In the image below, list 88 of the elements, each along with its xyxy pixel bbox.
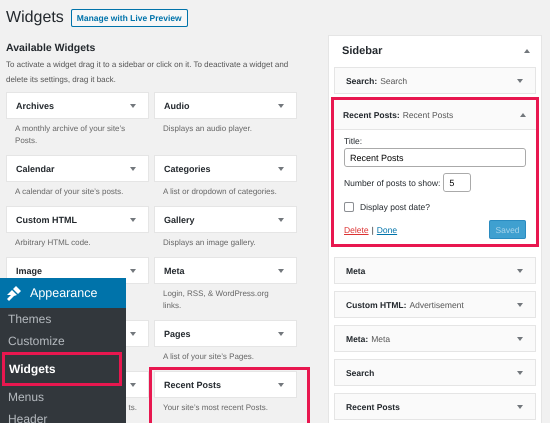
widget-title: Gallery [164, 214, 195, 224]
widget-header[interactable]: Meta [154, 257, 297, 284]
widget-title: Calendar [16, 164, 55, 174]
widget-description: A monthly archive of your site’s Posts. [14, 123, 126, 147]
widget-header[interactable]: Gallery [154, 206, 297, 233]
caret-icon[interactable] [130, 382, 136, 386]
live-preview-button[interactable]: Manage with Live Preview [70, 9, 188, 27]
caret-icon[interactable] [278, 166, 284, 170]
widget-header[interactable]: Audio [154, 92, 297, 119]
caret-icon[interactable] [517, 336, 523, 340]
widget-title: Audio [164, 100, 190, 110]
title-field[interactable]: Recent Posts [344, 148, 526, 167]
widget-description: Displays an audio player. [162, 123, 253, 135]
menu-item[interactable]: Widgets [2, 352, 122, 386]
caret-icon[interactable] [278, 332, 284, 336]
delete-link[interactable]: Delete [344, 224, 369, 234]
widget-title: Custom HTML [16, 214, 77, 224]
widget-header[interactable]: Archives [6, 92, 149, 119]
widget-header[interactable]: Categories [154, 155, 297, 182]
sidebar-widget[interactable]: Custom HTML: Advertisement [334, 291, 536, 318]
menu-title: Appearance [30, 286, 98, 300]
menu-item[interactable]: Customize [0, 330, 126, 352]
widget-name: Custom HTML: [346, 300, 406, 310]
caret-icon[interactable] [517, 404, 523, 408]
field-label: Number of posts to show: [344, 178, 440, 188]
widget-description: A list or dropdown of categories. [162, 186, 278, 198]
widget-title: Archives [16, 100, 54, 110]
widget-name: Meta: [346, 334, 368, 344]
caret-icon[interactable] [130, 332, 136, 336]
widget-header[interactable]: Recent Posts [154, 371, 297, 398]
sidebar-widget[interactable]: Search: Search [334, 67, 536, 94]
caret-icon[interactable] [130, 104, 136, 108]
caret-icon[interactable] [517, 78, 523, 82]
done-link[interactable]: Done [376, 224, 398, 234]
field-label: Title: [344, 136, 364, 147]
widget-name: Search: [346, 76, 378, 86]
menu-item[interactable]: Themes [0, 308, 126, 330]
number-field[interactable]: 5 [443, 173, 472, 192]
page-title: Widgets [6, 9, 64, 27]
widget-header[interactable]: Calendar [6, 155, 149, 182]
widget-description: Your site’s most recent Posts. [162, 402, 269, 414]
widget-name: Recent Posts [346, 402, 400, 412]
widget-header[interactable]: Pages [154, 320, 297, 347]
widget-title: Meta [164, 266, 185, 276]
instructions-text: To activate a widget drag it to a sidebar or click on it. To deactivate a widget and delete its settings, drag it back. [6, 59, 290, 86]
caret-icon[interactable] [278, 104, 284, 108]
widget-title: Image [16, 266, 42, 276]
widget-title: Search [380, 76, 408, 86]
caret-icon[interactable] [520, 112, 526, 116]
sidebar-title: Sidebar [342, 45, 382, 57]
caret-icon[interactable] [517, 268, 523, 272]
widget-header[interactable]: Custom HTML [6, 206, 149, 233]
widget-description: ts. [128, 402, 138, 414]
caret-icon[interactable] [130, 268, 136, 272]
menu-header[interactable]: Appearance [0, 278, 126, 308]
checkbox-label: Display post date? [360, 202, 430, 212]
widget-description: A calendar of your site’s posts. [14, 186, 124, 198]
widget-title: Advertisement [409, 300, 464, 310]
widget-title: Meta [371, 334, 390, 344]
caret-icon[interactable] [278, 218, 284, 222]
widget-title: Pages [164, 328, 191, 338]
widget-name: Search [346, 368, 374, 378]
caret-icon[interactable] [130, 218, 136, 222]
sidebar-widget[interactable]: Meta: Meta [334, 325, 536, 352]
widget-description: Displays an image gallery. [162, 237, 257, 249]
widget-name: Recent Posts: [343, 110, 400, 120]
caret-icon[interactable] [278, 382, 284, 386]
widget-name: Meta [346, 266, 366, 276]
checkbox[interactable] [344, 202, 354, 212]
widget-description: Arbitrary HTML code. [14, 237, 92, 249]
widget-description: Login, RSS, & WordPress.org links. [162, 288, 270, 312]
paintbrush-icon [6, 285, 22, 301]
widget-description: A list of your site’s Pages. [162, 351, 256, 363]
link-separator: | [372, 224, 374, 234]
caret-icon[interactable] [278, 268, 284, 272]
widget-title: Categories [164, 164, 211, 174]
menu-item[interactable]: Menus [0, 386, 126, 408]
sidebar-widget[interactable]: Recent Posts [334, 393, 536, 420]
widget-title: Recent Posts [164, 380, 222, 390]
caret-icon[interactable] [130, 166, 136, 170]
sidebar-widget[interactable]: Meta [334, 257, 536, 284]
caret-icon[interactable] [517, 370, 523, 374]
section-heading: Available Widgets [6, 41, 96, 55]
caret-icon[interactable] [524, 49, 530, 53]
menu-item[interactable]: Header [0, 408, 126, 423]
sidebar-widget[interactable]: Search [334, 359, 536, 386]
widget-title: Recent Posts [402, 110, 454, 120]
caret-icon[interactable] [517, 302, 523, 306]
